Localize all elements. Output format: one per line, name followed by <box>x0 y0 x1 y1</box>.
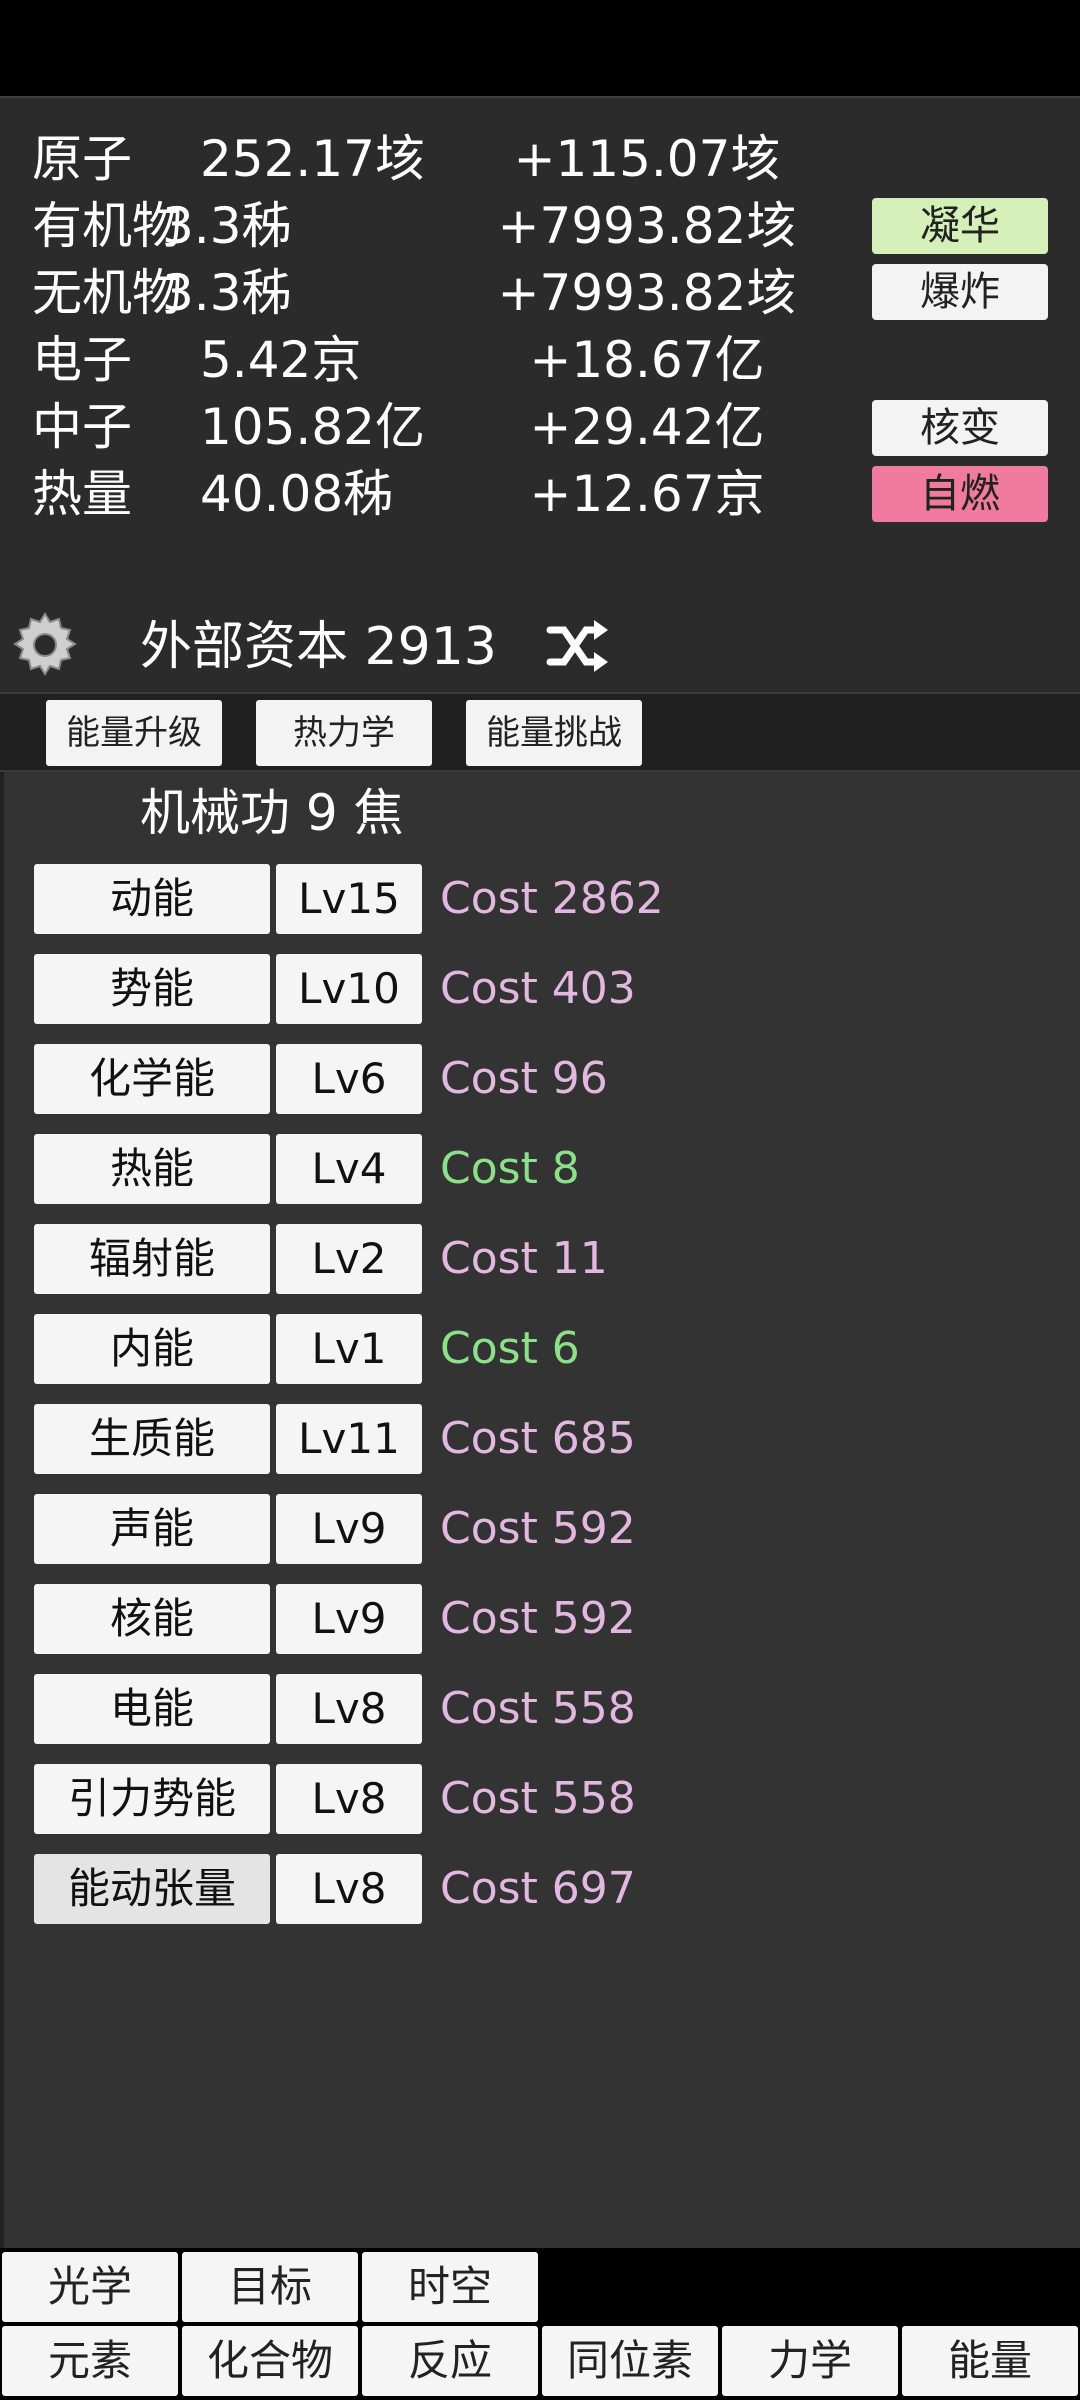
upgrade-level: Lv8 <box>276 1764 422 1834</box>
upgrade-button[interactable]: 辐射能 <box>34 1224 270 1294</box>
upgrade-button[interactable]: 声能 <box>34 1494 270 1564</box>
resource-panel: 原子 252.17垓 +115.07垓 有机物 3.3秭 +7993.82垓 无… <box>0 96 1080 694</box>
resource-value: 3.3秭 <box>162 264 292 322</box>
external-capital: 外部资本 2913 <box>140 617 497 677</box>
resource-rate: +29.42亿 <box>529 398 765 456</box>
resource-name: 中子 <box>32 398 132 456</box>
tab-mechanics[interactable]: 力学 <box>722 2326 898 2396</box>
upgrade-level: Lv2 <box>276 1224 422 1294</box>
resource-name: 有机物 <box>32 197 182 255</box>
tab-isotopes[interactable]: 同位素 <box>542 2326 718 2396</box>
resource-value: 5.42京 <box>200 331 362 389</box>
resource-rate: +12.67京 <box>529 465 765 523</box>
upgrade-cost: Cost 11 <box>440 1233 608 1284</box>
upgrade-level: Lv4 <box>276 1134 422 1204</box>
resource-value: 3.3秭 <box>162 197 292 255</box>
upgrade-button[interactable]: 热能 <box>34 1134 270 1204</box>
upgrade-button[interactable]: 电能 <box>34 1674 270 1744</box>
tab-spacetime[interactable]: 时空 <box>362 2252 538 2322</box>
upgrade-level: Lv9 <box>276 1584 422 1654</box>
status-bar <box>0 0 1080 96</box>
resource-name: 热量 <box>32 465 132 523</box>
upgrade-level: Lv8 <box>276 1854 422 1924</box>
tab-compounds[interactable]: 化合物 <box>182 2326 358 2396</box>
capital-row: 外部资本 2913 <box>0 598 1080 694</box>
upgrade-button[interactable]: 引力势能 <box>34 1764 270 1834</box>
condense-button[interactable]: 凝华 <box>872 198 1048 254</box>
resource-value: 40.08秭 <box>200 465 394 523</box>
resource-name: 无机物 <box>32 264 182 322</box>
upgrade-cost: Cost 592 <box>440 1503 636 1554</box>
upgrade-button[interactable]: 核能 <box>34 1584 270 1654</box>
resource-rate: +7993.82垓 <box>497 197 797 255</box>
upgrade-cost: Cost 2862 <box>440 873 664 924</box>
resource-rate: +115.07垓 <box>513 130 781 188</box>
resource-value: 105.82亿 <box>200 398 425 456</box>
tab-energy-upgrade[interactable]: 能量升级 <box>46 700 222 766</box>
upgrade-level: Lv1 <box>276 1314 422 1384</box>
upgrade-level: Lv15 <box>276 864 422 934</box>
mechanical-work: 机械功 9 焦 <box>140 784 404 842</box>
resource-value: 252.17垓 <box>200 130 425 188</box>
upgrade-button[interactable]: 生质能 <box>34 1404 270 1474</box>
resource-name: 电子 <box>32 331 132 389</box>
upgrade-button[interactable]: 内能 <box>34 1314 270 1384</box>
upgrade-button[interactable]: 动能 <box>34 864 270 934</box>
upgrade-cost: Cost 592 <box>440 1593 636 1644</box>
upgrade-cost: Cost 96 <box>440 1053 608 1104</box>
upgrade-button[interactable]: 化学能 <box>34 1044 270 1114</box>
tab-energy-challenge[interactable]: 能量挑战 <box>466 700 642 766</box>
tab-optics[interactable]: 光学 <box>2 2252 178 2322</box>
tab-elements[interactable]: 元素 <box>2 2326 178 2396</box>
tab-reactions[interactable]: 反应 <box>362 2326 538 2396</box>
resource-name: 原子 <box>32 130 132 188</box>
tab-energy[interactable]: 能量 <box>902 2326 1078 2396</box>
upgrade-button[interactable]: 能动张量 <box>34 1854 270 1924</box>
fission-button[interactable]: 核变 <box>872 400 1048 456</box>
upgrade-cost: Cost 558 <box>440 1683 636 1734</box>
upgrade-cost: Cost 8 <box>440 1143 580 1194</box>
shuffle-icon[interactable] <box>546 616 610 676</box>
upgrade-cost: Cost 558 <box>440 1773 636 1824</box>
upgrade-level: Lv8 <box>276 1674 422 1744</box>
gear-icon[interactable] <box>8 608 82 682</box>
sub-tab-bar: 能量升级 热力学 能量挑战 <box>0 692 1080 772</box>
upgrade-panel: 机械功 9 焦 动能 Lv15 Cost 2862 势能 Lv10 Cost 4… <box>0 772 1080 2248</box>
resource-rate: +18.67亿 <box>529 331 765 389</box>
upgrade-level: Lv10 <box>276 954 422 1024</box>
upgrade-button[interactable]: 势能 <box>34 954 270 1024</box>
upgrade-level: Lv11 <box>276 1404 422 1474</box>
ignite-button[interactable]: 自燃 <box>872 466 1048 522</box>
upgrade-cost: Cost 6 <box>440 1323 580 1374</box>
upgrade-cost: Cost 403 <box>440 963 636 1014</box>
upgrade-level: Lv9 <box>276 1494 422 1564</box>
resource-rate: +7993.82垓 <box>497 264 797 322</box>
upgrade-level: Lv6 <box>276 1044 422 1114</box>
upgrade-cost: Cost 685 <box>440 1413 636 1464</box>
bottom-nav: 光学 目标 时空 元素 化合物 反应 同位素 力学 能量 <box>0 2248 1080 2400</box>
upgrade-cost: Cost 697 <box>440 1863 636 1914</box>
tab-thermodynamics[interactable]: 热力学 <box>256 700 432 766</box>
explode-button[interactable]: 爆炸 <box>872 264 1048 320</box>
tab-goals[interactable]: 目标 <box>182 2252 358 2322</box>
